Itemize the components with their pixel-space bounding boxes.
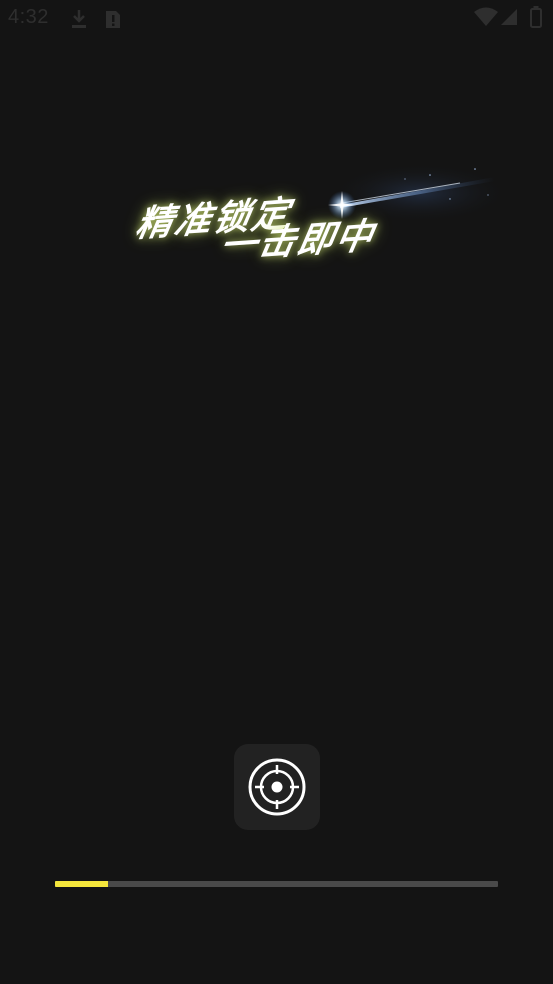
wifi-icon <box>474 7 498 26</box>
slogan: 精准锁定 一击即中 <box>0 150 553 280</box>
sim-alert-icon <box>106 11 120 28</box>
battery-icon <box>530 6 542 28</box>
signal-icon <box>501 9 517 25</box>
status-bar: 4:32 <box>0 0 553 38</box>
app-logo <box>234 744 320 830</box>
crosshair-target-icon <box>248 758 306 816</box>
status-time: 4:32 <box>8 6 49 28</box>
download-icon <box>72 10 86 28</box>
splash-screen: 4:32 精准锁定 一击即中 <box>0 0 553 984</box>
loading-progress-bar <box>55 881 498 887</box>
slogan-line-2: 一击即中 <box>216 215 379 268</box>
loading-progress-fill <box>55 881 109 887</box>
